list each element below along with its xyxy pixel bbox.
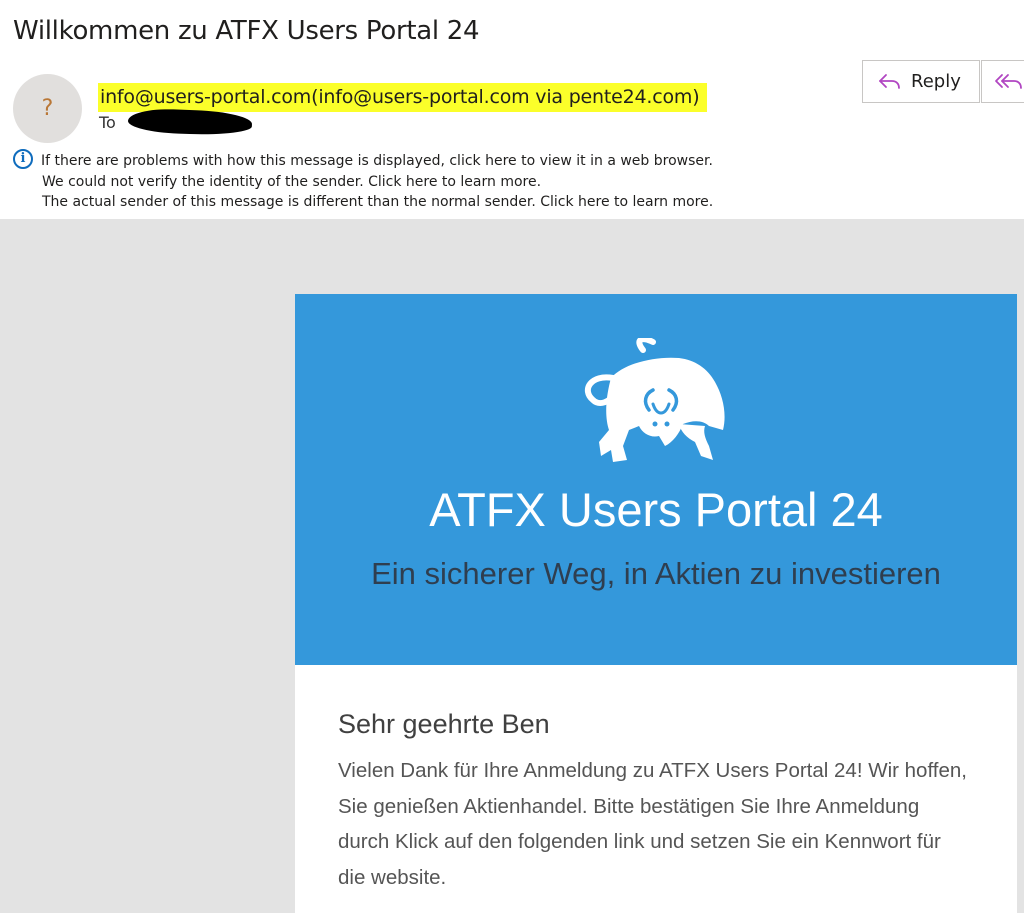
info-icon: i — [13, 149, 33, 169]
reply-all-button[interactable] — [981, 60, 1024, 103]
sender-address[interactable]: info@users-portal.com(info@users-portal.… — [98, 83, 708, 112]
sender-avatar[interactable]: ? — [13, 74, 82, 143]
info-line-identity[interactable]: We could not verify the identity of the … — [41, 172, 713, 193]
email-banner: ATFX Users Portal 24 Ein sicherer Weg, i… — [295, 294, 1017, 665]
greeting: Sehr geehrte Ben — [338, 709, 550, 739]
info-line-web-browser[interactable]: If there are problems with how this mess… — [41, 151, 713, 172]
brand-title: ATFX Users Portal 24 — [429, 483, 883, 536]
bull-icon — [584, 338, 725, 462]
welcome-paragraph: Vielen Dank für Ihre Anmeldung zu ATFX U… — [338, 759, 967, 889]
info-line-actual-sender[interactable]: The actual sender of this message is dif… — [41, 192, 713, 213]
email-subject: Willkommen zu ATFX Users Portal 24 — [13, 16, 480, 46]
redacted-recipient — [127, 107, 253, 137]
reply-icon — [879, 73, 900, 89]
to-label: To — [99, 113, 116, 132]
brand-tagline: Ein sicherer Weg, in Aktien zu investier… — [371, 556, 941, 591]
info-bar: If there are problems with how this mess… — [41, 151, 713, 213]
reply-label: Reply — [911, 71, 961, 92]
email-content-card: Sehr geehrte Ben Vielen Dank für Ihre An… — [295, 665, 1017, 913]
reply-button[interactable]: Reply — [862, 60, 980, 103]
reply-all-icon — [995, 73, 1022, 89]
